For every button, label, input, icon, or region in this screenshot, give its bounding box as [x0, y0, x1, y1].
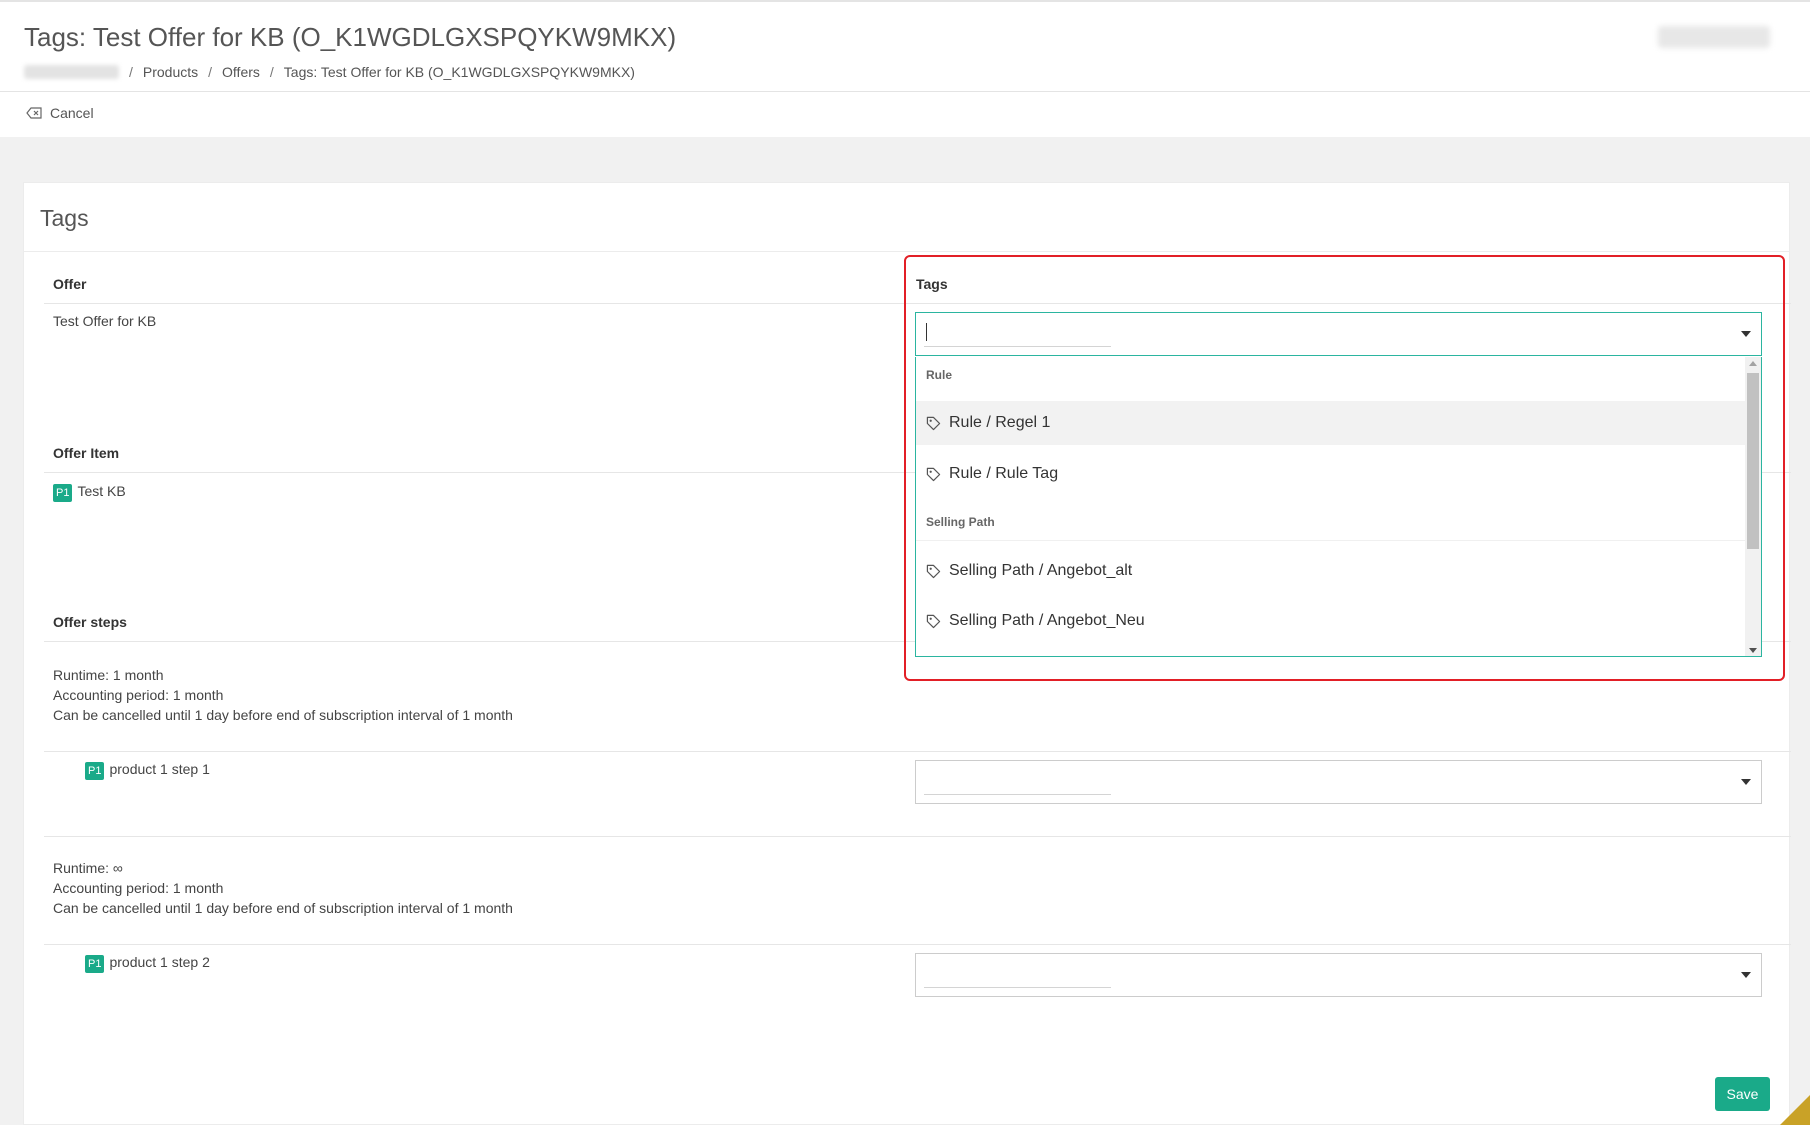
step-1-runtime: Runtime: 1 month: [53, 667, 164, 683]
option-selling-path-angebot-neu[interactable]: Selling Path / Angebot_Neu: [916, 599, 1746, 643]
breadcrumb-current: Tags: Test Offer for KB (O_K1WGDLGXSPQYK…: [283, 64, 635, 80]
tag-icon: [926, 467, 941, 481]
corner-decoration: [1780, 1095, 1810, 1125]
step-1-cancellation: Can be cancelled until 1 day before end …: [53, 707, 513, 723]
scroll-down-icon[interactable]: [1749, 648, 1757, 653]
product-badge: P1: [53, 484, 73, 502]
card-title: Tags: [40, 205, 89, 231]
step-1-tags-select[interactable]: [915, 760, 1762, 804]
step-2-cancellation: Can be cancelled until 1 day before end …: [53, 900, 513, 916]
step-1-product: P1 product 1 step 1: [85, 761, 210, 780]
step-2-accounting: Accounting period: 1 month: [53, 880, 224, 896]
breadcrumb: / Products / Offers / Tags: Test Offer f…: [24, 64, 635, 80]
step-2-product: P1 product 1 step 2: [85, 954, 210, 973]
offer-steps-header: Offer steps: [53, 614, 127, 630]
option-selling-path-angebot-alt[interactable]: Selling Path / Angebot_alt: [916, 549, 1746, 593]
group-label-selling-path: Selling Path: [926, 515, 995, 529]
offer-header: Offer: [53, 276, 87, 292]
caret-down-icon: [1741, 972, 1751, 978]
offer-name: Test Offer for KB: [53, 313, 157, 329]
action-bar: Cancel: [0, 92, 1810, 137]
option-rule-regel-1[interactable]: Rule / Regel 1: [916, 401, 1746, 445]
tag-icon: [926, 564, 941, 578]
offer-item: P1 Test KB: [53, 483, 126, 502]
step-2-tags-select[interactable]: [915, 953, 1762, 997]
offer-tags-select[interactable]: [915, 312, 1762, 356]
cancel-label: Cancel: [50, 105, 94, 121]
step-2-runtime: Runtime: ∞: [53, 860, 123, 876]
option-rule-rule-tag[interactable]: Rule / Rule Tag: [916, 452, 1746, 496]
text-cursor: [926, 323, 927, 341]
save-button[interactable]: Save: [1715, 1077, 1770, 1111]
scroll-up-icon[interactable]: [1749, 361, 1757, 366]
page-title: Tags: Test Offer for KB (O_K1WGDLGXSPQYK…: [24, 22, 677, 52]
tag-icon: [926, 614, 941, 628]
scrollbar-thumb[interactable]: [1747, 373, 1759, 549]
caret-down-icon: [1741, 331, 1751, 337]
breadcrumb-offers[interactable]: Offers: [222, 64, 260, 80]
offer-item-name: Test KB: [77, 483, 126, 499]
group-label-rule: Rule: [926, 368, 953, 382]
breadcrumb-products[interactable]: Products: [143, 64, 198, 80]
dropdown-scrollbar[interactable]: [1745, 357, 1761, 656]
step-1-accounting: Accounting period: 1 month: [53, 687, 224, 703]
tags-header: Tags: [916, 276, 948, 292]
cancel-button[interactable]: Cancel: [26, 105, 94, 121]
backspace-icon: [26, 107, 42, 119]
tags-dropdown: Rule Rule / Regel 1 Rule / Rule Tag Sell…: [915, 357, 1762, 657]
product-badge: P1: [85, 955, 105, 973]
page-header: Tags: Test Offer for KB (O_K1WGDLGXSPQYK…: [0, 0, 1810, 92]
caret-down-icon: [1741, 779, 1751, 785]
breadcrumb-home[interactable]: [24, 65, 119, 79]
offer-item-header: Offer Item: [53, 445, 120, 461]
product-badge: P1: [85, 762, 105, 780]
tag-icon: [926, 416, 941, 430]
user-menu[interactable]: [1658, 26, 1770, 48]
